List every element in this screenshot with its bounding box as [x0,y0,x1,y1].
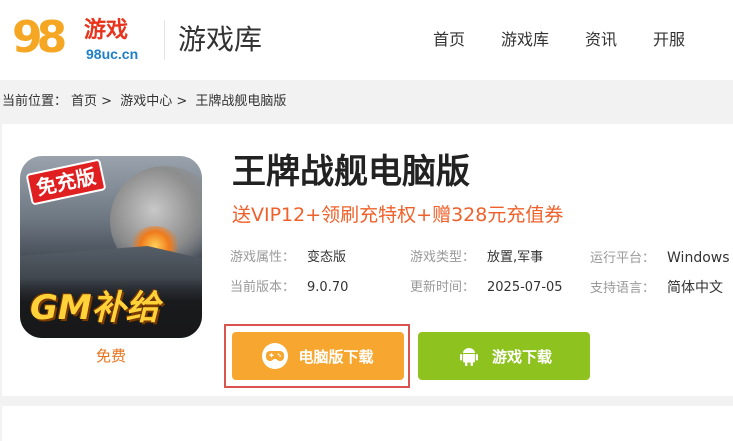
game-title: 王牌战舰电脑版 [232,152,470,192]
breadcrumb-separator: > [176,94,188,109]
page-title: 游戏库 [178,23,263,56]
info-value: 放置,军事 [487,250,544,265]
pc-download-label: 电脑版下载 [298,347,374,366]
header-divider [164,20,165,60]
main-nav: 首页 游戏库 资讯 开服 [433,26,721,54]
game-icon[interactable]: 免充版 GM补给 [20,156,202,338]
pc-download-button[interactable]: 电脑版下载 [232,332,404,380]
info-language: 支持语言： 简体中文 [590,278,723,299]
android-download-label: 游戏下载 [491,347,552,366]
logo-url: 98uc.cn [86,46,139,62]
nav-home[interactable]: 首页 [433,26,465,54]
breadcrumb-home[interactable]: 首页 [71,94,97,109]
info-value: 简体中文 [667,280,724,296]
next-section [2,406,733,441]
nav-server[interactable]: 开服 [653,26,685,54]
logo-number: 98 [12,12,67,63]
info-value: Windows [667,250,730,266]
info-update-time: 更新时间： 2025-07-05 [410,278,563,298]
info-attribute: 游戏属性： 变态版 [230,248,346,268]
promo-text: 送VIP12+领刷充特权+赠328元充值券 [232,204,564,226]
price-label: 免费 [95,347,126,365]
android-download-button[interactable]: 游戏下载 [418,332,590,380]
breadcrumb: 当前位置： 首页 > 游戏中心 > 王牌战舰电脑版 [2,92,286,112]
info-key: 支持语言： [590,281,656,296]
info-key: 更新时间： [410,280,476,295]
icon-gm-band: GM补给 [20,278,202,338]
logo-text: 游戏 [84,18,129,43]
info-value: 2025-07-05 [487,280,563,295]
info-key: 游戏属性： [230,250,296,265]
info-key: 游戏类型： [410,250,476,265]
android-icon [456,343,482,369]
site-logo[interactable]: 98 游戏 98uc.cn [10,12,150,68]
gamepad-icon [262,343,289,369]
info-key: 当前版本： [230,280,296,295]
info-value: 变态版 [307,250,347,265]
breadcrumb-game-center[interactable]: 游戏中心 [120,94,172,109]
nav-news[interactable]: 资讯 [585,26,617,54]
info-version: 当前版本： 9.0.70 [230,278,348,298]
icon-badge: 免充版 [25,158,107,206]
info-value: 9.0.70 [307,280,349,295]
icon-gm-text: GM补给 [30,288,160,328]
info-type: 游戏类型： 放置,军事 [410,248,543,268]
info-key: 运行平台： [590,251,656,266]
breadcrumb-current[interactable]: 王牌战舰电脑版 [195,94,286,109]
site-header: 98 游戏 98uc.cn 游戏库 首页 游戏库 资讯 开服 [0,0,733,80]
info-platform: 运行平台： Windows [590,248,730,269]
game-detail-card: 免充版 GM补给 免费 王牌战舰电脑版 送VIP12+领刷充特权+赠328元充值… [2,124,733,396]
breadcrumb-separator: > [101,94,113,109]
breadcrumb-prefix: 当前位置： [2,94,68,109]
nav-game-library[interactable]: 游戏库 [501,26,549,54]
